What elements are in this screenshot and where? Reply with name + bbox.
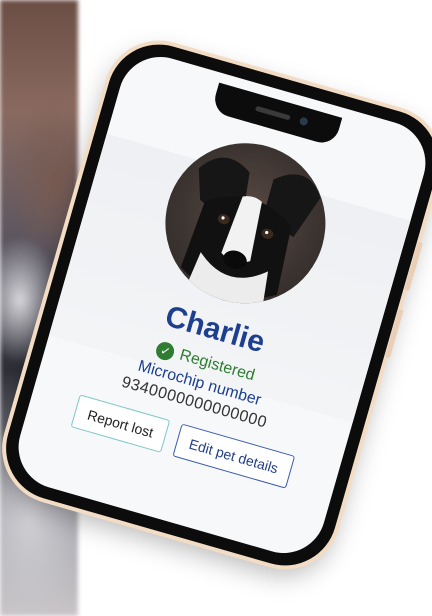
- pet-avatar: [146, 124, 345, 323]
- report-lost-button[interactable]: Report lost: [70, 394, 171, 453]
- speaker-grille: [254, 105, 291, 121]
- front-camera: [298, 116, 309, 127]
- edit-pet-details-button[interactable]: Edit pet details: [172, 423, 295, 489]
- dog-portrait-icon: [180, 157, 321, 312]
- check-circle-icon: ✓: [154, 340, 177, 363]
